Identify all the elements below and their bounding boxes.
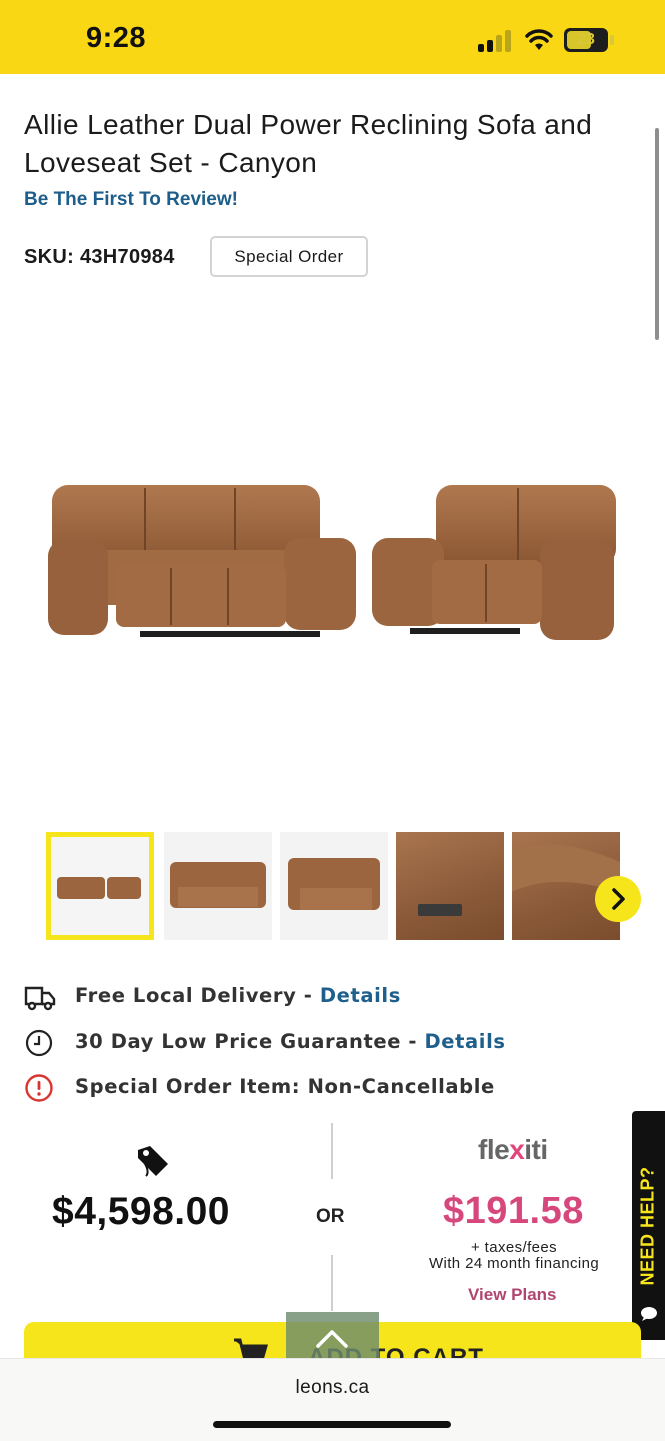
financing-term: With 24 month financing: [428, 1255, 600, 1272]
battery-icon: 23: [564, 28, 608, 52]
home-indicator[interactable]: [213, 1421, 451, 1428]
thumbnail-power-button[interactable]: [396, 832, 504, 940]
sku-label: SKU: 43H70984: [24, 246, 175, 268]
alert-circle-icon: [25, 1074, 53, 1102]
feature-delivery-text: Free Local Delivery -: [75, 984, 320, 1007]
guarantee-details-link[interactable]: Details: [425, 1030, 506, 1053]
thumbnail-sofa[interactable]: [164, 832, 272, 940]
need-help-label: NEED HELP?: [637, 1166, 658, 1286]
delivery-details-link[interactable]: Details: [320, 984, 401, 1007]
wifi-icon: [525, 29, 553, 50]
cellular-signal-icon: [478, 30, 514, 52]
clock-icon: [25, 1029, 53, 1057]
product-title: Allie Leather Dual Power Reclining Sofa …: [24, 109, 593, 178]
review-link[interactable]: Be The First To Review!: [24, 189, 238, 211]
flexiti-logo: flexiti: [478, 1134, 548, 1165]
price-tag-icon: [138, 1146, 168, 1177]
scroll-to-top-button[interactable]: [286, 1312, 379, 1362]
chat-bubble-icon: [641, 1307, 657, 1321]
financing-note: + taxes/fees With 24 month financing: [414, 1240, 614, 1272]
chevron-up-icon: [316, 1330, 348, 1348]
sofa-image: [48, 485, 356, 637]
url-text[interactable]: leons.ca: [0, 1377, 665, 1399]
monthly-price: $191.58: [443, 1190, 584, 1232]
or-separator: OR: [316, 1206, 345, 1227]
battery-level: 23: [577, 31, 595, 48]
browser-address-bar: leons.ca: [0, 1358, 665, 1441]
chevron-right-icon: [612, 888, 625, 910]
gallery-next-button[interactable]: [595, 876, 641, 922]
page-scrollbar[interactable]: [655, 128, 659, 340]
divider-bottom: [331, 1255, 333, 1311]
regular-price: $4,598.00: [52, 1190, 231, 1233]
special-order-badge: Special Order: [210, 236, 368, 277]
loveseat-image: [372, 485, 616, 640]
status-time: 9:28: [86, 22, 147, 54]
delivery-truck-icon: [24, 986, 56, 1011]
divider-top: [331, 1123, 333, 1179]
view-plans-link[interactable]: View Plans: [468, 1285, 557, 1305]
feature-special-order-text: Special Order Item: Non-Cancellable: [75, 1075, 495, 1098]
thumbnail-set-front[interactable]: [46, 832, 154, 940]
taxes-note: + taxes/fees: [470, 1239, 558, 1256]
thumbnail-loveseat[interactable]: [280, 832, 388, 940]
status-bar: 9:28 23: [0, 0, 665, 74]
product-main-image[interactable]: [40, 460, 630, 660]
feature-guarantee-text: 30 Day Low Price Guarantee -: [75, 1030, 425, 1053]
need-help-tab[interactable]: NEED HELP?: [632, 1111, 665, 1340]
